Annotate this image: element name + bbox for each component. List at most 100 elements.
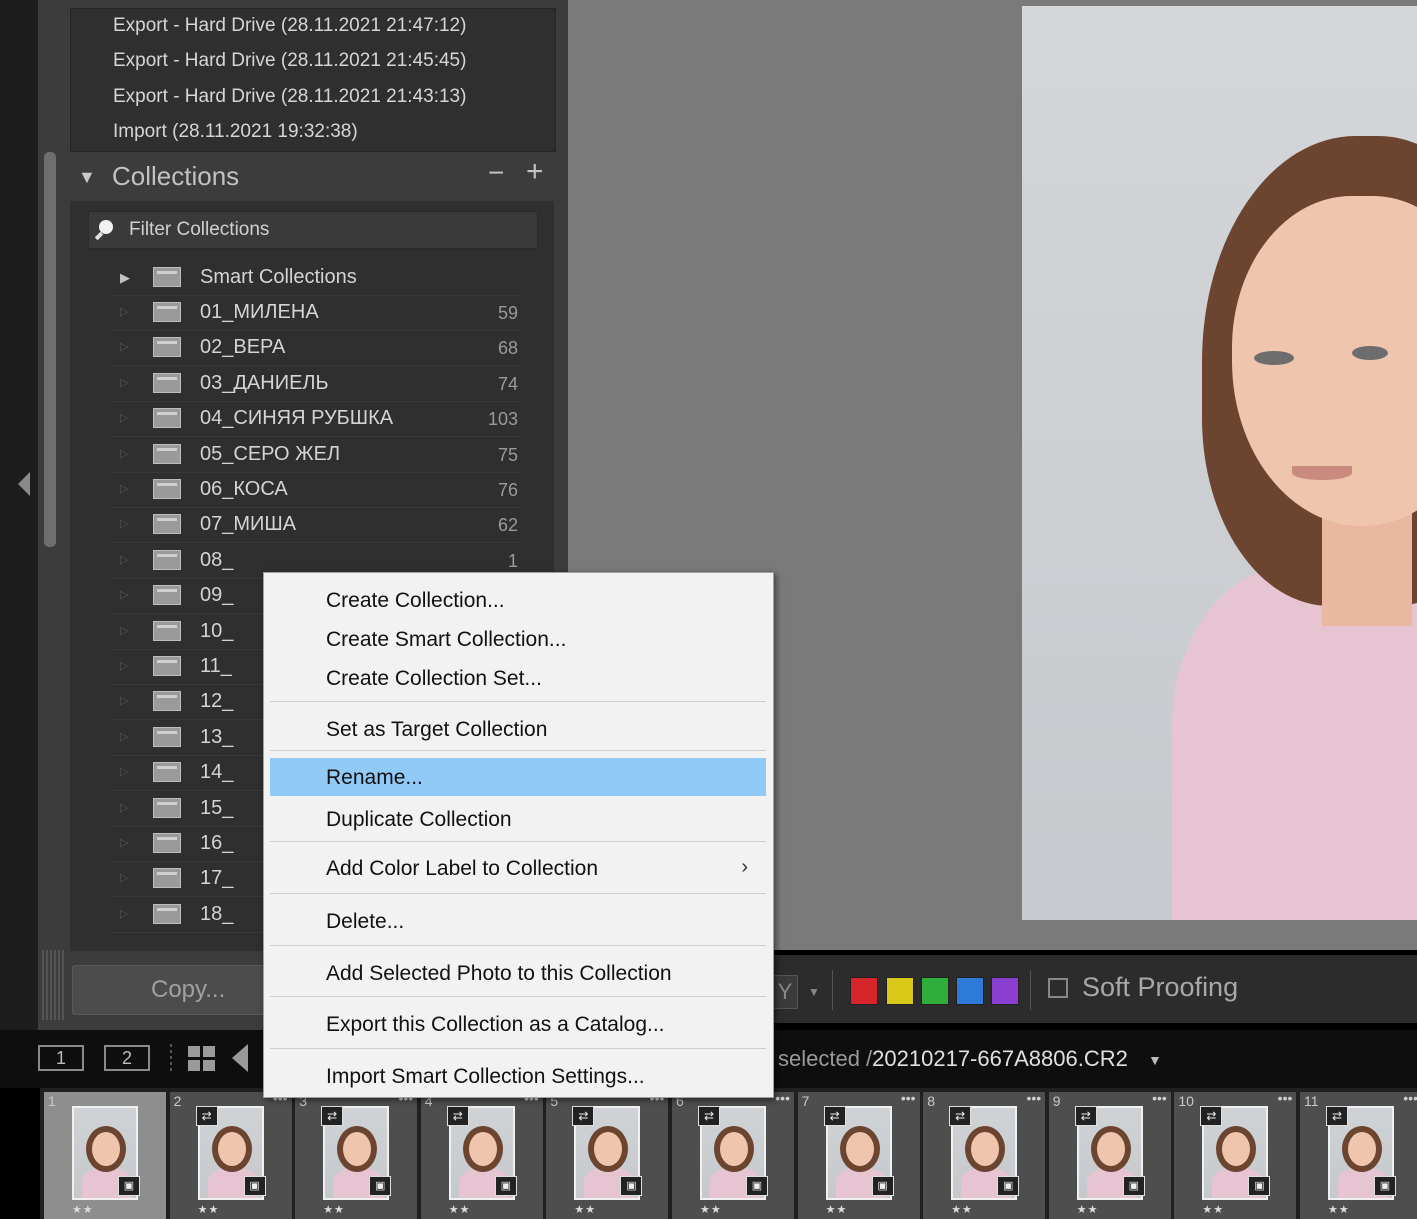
history-item[interactable]: Export - Hard Drive (28.11.2021 21:43:13… <box>113 86 466 108</box>
star-rating: ★★ <box>1202 1204 1225 1216</box>
collapse-left-panel-icon[interactable] <box>18 472 30 496</box>
history-item[interactable]: Export - Hard Drive (28.11.2021 21:45:45… <box>113 50 466 72</box>
collection-name: 15_ <box>200 796 234 819</box>
secondary-screen-button[interactable]: 2 <box>104 1045 150 1071</box>
more-icon[interactable]: ••• <box>901 1090 916 1106</box>
collection-count: 1 <box>507 550 518 571</box>
collection-row[interactable]: ▷ 04_СИНЯЯ РУБШКА 103 <box>110 401 520 438</box>
filter-collections-input[interactable]: Filter Collections <box>88 211 538 249</box>
filmstrip-thumbnail[interactable]: 5 ••• ⇄ ▣ ★★ <box>546 1090 669 1219</box>
photo-eye <box>1254 351 1294 365</box>
filmstrip-thumbnail[interactable]: 6 ••• ⇄ ▣ ★★ <box>672 1090 794 1219</box>
filmstrip-thumbnail[interactable]: 3 ••• ⇄ ▣ ★★ <box>295 1090 418 1219</box>
menu-item[interactable]: Add Color Label to Collection › <box>270 849 766 887</box>
collection-count: 75 <box>497 444 518 465</box>
smart-collections-row[interactable]: ▶ Smart Collections <box>110 260 520 296</box>
history-panel: Export - Hard Drive (28.11.2021 21:47:12… <box>70 8 556 152</box>
panel-resize-grip[interactable] <box>42 950 64 1020</box>
filmstrip-thumbnail[interactable]: 10 ••• ⇄ ▣ ★★ <box>1174 1090 1297 1219</box>
main-screen-button[interactable]: 1 <box>38 1045 84 1071</box>
history-item[interactable]: Import (28.11.2021 19:32:38) <box>113 121 358 143</box>
collection-row[interactable]: ▷ 05_СЕРО ЖЕЛ 75 <box>110 437 520 473</box>
collection-sync-icon: ▷ <box>120 766 129 779</box>
more-icon[interactable]: ••• <box>1278 1090 1293 1106</box>
collection-name: 08_ <box>200 548 234 571</box>
menu-item[interactable]: Create Collection... <box>270 581 766 619</box>
collections-header[interactable]: ▼ Collections − + <box>70 155 560 201</box>
collection-sync-icon: ▷ <box>120 518 129 531</box>
more-icon[interactable]: ••• <box>1152 1090 1167 1106</box>
thumbnail-number: 1 <box>48 1093 56 1109</box>
more-icon[interactable]: ••• <box>1403 1090 1417 1106</box>
back-arrow-icon[interactable] <box>232 1044 248 1072</box>
menu-item-label: Rename... <box>326 766 423 789</box>
color-label-yellow[interactable] <box>886 977 914 1005</box>
copy-button-label: Copy... <box>151 976 226 1003</box>
collection-row[interactable]: ▷ 06_КОСА 76 <box>110 472 520 508</box>
menu-item[interactable]: Set as Target Collection <box>270 710 766 748</box>
color-label-blue[interactable] <box>956 977 984 1005</box>
star-rating: ★★ <box>197 1204 220 1216</box>
menu-item[interactable]: Rename... <box>270 758 766 796</box>
menu-item[interactable]: Duplicate Collection <box>270 800 766 838</box>
filmstrip-thumbnail[interactable]: 11 ••• ⇄ ▣ ★★ <box>1300 1090 1417 1219</box>
menu-item[interactable]: Import Smart Collection Settings... <box>270 1057 766 1095</box>
collection-sync-icon: ▷ <box>120 447 129 460</box>
menu-item-label: Set as Target Collection <box>326 718 548 741</box>
collection-row[interactable]: ▷ 03_ДАНИЕЛЬ 74 <box>110 366 520 402</box>
remove-collection-button[interactable]: − <box>488 157 504 189</box>
collection-icon <box>153 337 181 358</box>
soft-proofing-checkbox[interactable] <box>1048 978 1068 998</box>
menu-item[interactable]: Create Collection Set... <box>270 659 766 697</box>
chevron-down-icon[interactable]: ▼ <box>808 985 820 999</box>
filmstrip-thumbnail[interactable]: 2 ••• ⇄ ▣ ★★ <box>169 1090 292 1219</box>
collection-row[interactable]: ▷ 02_ВЕРА 68 <box>110 330 520 367</box>
soft-proofing-label[interactable]: Soft Proofing <box>1082 972 1238 1003</box>
divider <box>1030 970 1031 1010</box>
collection-sync-icon: ▷ <box>120 801 129 814</box>
color-label-purple[interactable] <box>991 977 1019 1005</box>
filmstrip-thumbnail[interactable]: 7 ••• ⇄ ▣ ★★ <box>797 1090 920 1219</box>
left-panel-scrollbar[interactable] <box>44 152 56 547</box>
selection-info: selected /20210217-667A8806.CR2 <box>778 1046 1128 1072</box>
virtual-copy-icon: ⇄ <box>572 1106 595 1126</box>
star-rating: ★★ <box>1328 1204 1350 1216</box>
menu-item[interactable]: Delete... <box>270 902 766 940</box>
menu-item[interactable]: Create Smart Collection... <box>270 620 766 658</box>
more-icon[interactable]: ••• <box>775 1090 790 1106</box>
virtual-copy-icon: ⇄ <box>823 1106 846 1126</box>
filmstrip-thumbnail[interactable]: 8 ••• ⇄ ▣ ★★ <box>923 1090 1046 1219</box>
menu-separator <box>270 996 766 997</box>
collection-icon <box>153 691 181 712</box>
filmstrip-thumbnail[interactable]: 1 ▣ ★★ <box>44 1092 166 1219</box>
collection-badge-icon: ▣ <box>369 1176 392 1196</box>
menu-separator <box>270 893 766 894</box>
more-icon[interactable]: ••• <box>1026 1090 1041 1106</box>
thumbnail-number: 8 <box>927 1093 935 1109</box>
color-label-green[interactable] <box>921 977 949 1005</box>
filmstrip-thumbnail[interactable]: 4 ••• ⇄ ▣ ★★ <box>420 1090 543 1219</box>
collection-row[interactable]: ▷ 07_МИША 62 <box>110 507 520 544</box>
grid-view-icon[interactable] <box>188 1046 216 1072</box>
menu-item-label: Create Collection... <box>326 589 505 612</box>
menu-separator <box>270 750 766 751</box>
star-rating: ★★ <box>72 1204 94 1216</box>
menu-separator <box>270 841 766 842</box>
history-item[interactable]: Export - Hard Drive (28.11.2021 21:47:12… <box>113 15 466 37</box>
menu-item[interactable]: Add Selected Photo to this Collection <box>270 954 766 992</box>
filmstrip-thumbnail[interactable]: 9 ••• ⇄ ▣ ★★ <box>1048 1090 1171 1219</box>
add-collection-button[interactable]: + <box>526 155 544 189</box>
expand-triangle-icon[interactable]: ▶ <box>120 270 130 286</box>
collection-row[interactable]: ▷ 01_МИЛЕНА 59 <box>110 295 520 331</box>
view-mode-selector[interactable]: Y <box>772 975 798 1009</box>
main-photo[interactable] <box>1022 6 1417 920</box>
menu-item[interactable]: Export this Collection as a Catalog... <box>270 1005 766 1043</box>
chevron-down-icon[interactable]: ▼ <box>1148 1052 1162 1068</box>
collection-name: 17_ <box>200 867 234 890</box>
collection-badge-icon: ▣ <box>997 1176 1020 1196</box>
color-label-red[interactable] <box>850 977 878 1005</box>
collection-icon <box>153 479 181 499</box>
collection-name: 09_ <box>200 584 234 607</box>
collapse-triangle-icon[interactable]: ▼ <box>78 167 96 188</box>
collection-icon <box>153 656 181 676</box>
